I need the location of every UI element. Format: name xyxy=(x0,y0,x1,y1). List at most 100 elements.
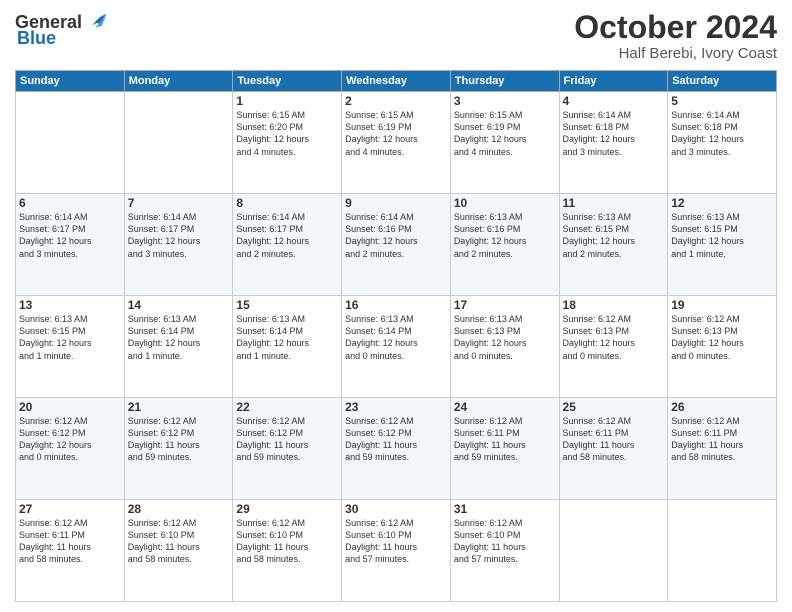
day-number: 2 xyxy=(345,94,447,108)
title-block: October 2024 Half Berebi, Ivory Coast xyxy=(574,10,777,62)
day-detail: Sunrise: 6:12 AM Sunset: 6:13 PM Dayligh… xyxy=(671,313,773,362)
day-detail: Sunrise: 6:12 AM Sunset: 6:11 PM Dayligh… xyxy=(19,517,121,566)
day-number: 26 xyxy=(671,400,773,414)
day-number: 27 xyxy=(19,502,121,516)
day-detail: Sunrise: 6:12 AM Sunset: 6:11 PM Dayligh… xyxy=(671,415,773,464)
logo-blue: Blue xyxy=(17,28,56,49)
calendar-cell: 29Sunrise: 6:12 AM Sunset: 6:10 PM Dayli… xyxy=(233,500,342,602)
day-detail: Sunrise: 6:12 AM Sunset: 6:10 PM Dayligh… xyxy=(236,517,338,566)
day-detail: Sunrise: 6:12 AM Sunset: 6:10 PM Dayligh… xyxy=(345,517,447,566)
calendar-cell: 10Sunrise: 6:13 AM Sunset: 6:16 PM Dayli… xyxy=(450,194,559,296)
day-number: 23 xyxy=(345,400,447,414)
calendar-cell: 13Sunrise: 6:13 AM Sunset: 6:15 PM Dayli… xyxy=(16,296,125,398)
calendar-cell: 18Sunrise: 6:12 AM Sunset: 6:13 PM Dayli… xyxy=(559,296,668,398)
calendar-cell: 15Sunrise: 6:13 AM Sunset: 6:14 PM Dayli… xyxy=(233,296,342,398)
month-title: October 2024 xyxy=(574,10,777,45)
day-detail: Sunrise: 6:14 AM Sunset: 6:16 PM Dayligh… xyxy=(345,211,447,260)
calendar-week-row: 1Sunrise: 6:15 AM Sunset: 6:20 PM Daylig… xyxy=(16,92,777,194)
day-number: 14 xyxy=(128,298,230,312)
calendar-cell: 20Sunrise: 6:12 AM Sunset: 6:12 PM Dayli… xyxy=(16,398,125,500)
day-detail: Sunrise: 6:14 AM Sunset: 6:17 PM Dayligh… xyxy=(236,211,338,260)
day-detail: Sunrise: 6:14 AM Sunset: 6:18 PM Dayligh… xyxy=(671,109,773,158)
day-detail: Sunrise: 6:13 AM Sunset: 6:14 PM Dayligh… xyxy=(236,313,338,362)
day-number: 25 xyxy=(563,400,665,414)
calendar-cell: 9Sunrise: 6:14 AM Sunset: 6:16 PM Daylig… xyxy=(342,194,451,296)
calendar-table: SundayMondayTuesdayWednesdayThursdayFrid… xyxy=(15,70,777,602)
calendar-cell xyxy=(559,500,668,602)
day-number: 24 xyxy=(454,400,556,414)
day-detail: Sunrise: 6:12 AM Sunset: 6:11 PM Dayligh… xyxy=(454,415,556,464)
day-detail: Sunrise: 6:14 AM Sunset: 6:17 PM Dayligh… xyxy=(19,211,121,260)
calendar-cell: 25Sunrise: 6:12 AM Sunset: 6:11 PM Dayli… xyxy=(559,398,668,500)
day-number: 28 xyxy=(128,502,230,516)
location-title: Half Berebi, Ivory Coast xyxy=(574,45,777,62)
day-detail: Sunrise: 6:12 AM Sunset: 6:12 PM Dayligh… xyxy=(19,415,121,464)
day-number: 5 xyxy=(671,94,773,108)
calendar-cell: 28Sunrise: 6:12 AM Sunset: 6:10 PM Dayli… xyxy=(124,500,233,602)
calendar-cell xyxy=(668,500,777,602)
calendar-week-row: 27Sunrise: 6:12 AM Sunset: 6:11 PM Dayli… xyxy=(16,500,777,602)
weekday-header: Sunday xyxy=(16,71,125,92)
day-detail: Sunrise: 6:12 AM Sunset: 6:10 PM Dayligh… xyxy=(454,517,556,566)
calendar-cell: 22Sunrise: 6:12 AM Sunset: 6:12 PM Dayli… xyxy=(233,398,342,500)
calendar-cell: 4Sunrise: 6:14 AM Sunset: 6:18 PM Daylig… xyxy=(559,92,668,194)
logo: General Blue xyxy=(15,10,108,49)
day-number: 29 xyxy=(236,502,338,516)
day-detail: Sunrise: 6:13 AM Sunset: 6:15 PM Dayligh… xyxy=(19,313,121,362)
weekday-header-row: SundayMondayTuesdayWednesdayThursdayFrid… xyxy=(16,71,777,92)
day-detail: Sunrise: 6:13 AM Sunset: 6:14 PM Dayligh… xyxy=(128,313,230,362)
calendar-cell: 30Sunrise: 6:12 AM Sunset: 6:10 PM Dayli… xyxy=(342,500,451,602)
calendar-cell: 24Sunrise: 6:12 AM Sunset: 6:11 PM Dayli… xyxy=(450,398,559,500)
day-number: 13 xyxy=(19,298,121,312)
calendar-week-row: 6Sunrise: 6:14 AM Sunset: 6:17 PM Daylig… xyxy=(16,194,777,296)
weekday-header: Monday xyxy=(124,71,233,92)
calendar-cell: 31Sunrise: 6:12 AM Sunset: 6:10 PM Dayli… xyxy=(450,500,559,602)
day-detail: Sunrise: 6:14 AM Sunset: 6:18 PM Dayligh… xyxy=(563,109,665,158)
calendar-cell: 3Sunrise: 6:15 AM Sunset: 6:19 PM Daylig… xyxy=(450,92,559,194)
day-detail: Sunrise: 6:13 AM Sunset: 6:15 PM Dayligh… xyxy=(563,211,665,260)
day-number: 11 xyxy=(563,196,665,210)
day-detail: Sunrise: 6:12 AM Sunset: 6:13 PM Dayligh… xyxy=(563,313,665,362)
calendar-cell: 6Sunrise: 6:14 AM Sunset: 6:17 PM Daylig… xyxy=(16,194,125,296)
day-detail: Sunrise: 6:12 AM Sunset: 6:12 PM Dayligh… xyxy=(345,415,447,464)
calendar-cell xyxy=(16,92,125,194)
day-number: 17 xyxy=(454,298,556,312)
day-number: 9 xyxy=(345,196,447,210)
day-number: 7 xyxy=(128,196,230,210)
weekday-header: Tuesday xyxy=(233,71,342,92)
calendar-cell: 2Sunrise: 6:15 AM Sunset: 6:19 PM Daylig… xyxy=(342,92,451,194)
calendar-page: General Blue October 2024 Half Berebi, I… xyxy=(0,0,792,612)
day-detail: Sunrise: 6:15 AM Sunset: 6:20 PM Dayligh… xyxy=(236,109,338,158)
day-detail: Sunrise: 6:15 AM Sunset: 6:19 PM Dayligh… xyxy=(345,109,447,158)
calendar-week-row: 20Sunrise: 6:12 AM Sunset: 6:12 PM Dayli… xyxy=(16,398,777,500)
calendar-cell: 17Sunrise: 6:13 AM Sunset: 6:13 PM Dayli… xyxy=(450,296,559,398)
day-detail: Sunrise: 6:13 AM Sunset: 6:14 PM Dayligh… xyxy=(345,313,447,362)
day-number: 6 xyxy=(19,196,121,210)
day-number: 15 xyxy=(236,298,338,312)
day-number: 30 xyxy=(345,502,447,516)
day-number: 1 xyxy=(236,94,338,108)
calendar-cell: 5Sunrise: 6:14 AM Sunset: 6:18 PM Daylig… xyxy=(668,92,777,194)
day-number: 18 xyxy=(563,298,665,312)
calendar-cell: 11Sunrise: 6:13 AM Sunset: 6:15 PM Dayli… xyxy=(559,194,668,296)
day-detail: Sunrise: 6:13 AM Sunset: 6:13 PM Dayligh… xyxy=(454,313,556,362)
day-detail: Sunrise: 6:12 AM Sunset: 6:11 PM Dayligh… xyxy=(563,415,665,464)
day-number: 12 xyxy=(671,196,773,210)
calendar-cell xyxy=(124,92,233,194)
weekday-header: Saturday xyxy=(668,71,777,92)
calendar-cell: 27Sunrise: 6:12 AM Sunset: 6:11 PM Dayli… xyxy=(16,500,125,602)
calendar-cell: 7Sunrise: 6:14 AM Sunset: 6:17 PM Daylig… xyxy=(124,194,233,296)
day-detail: Sunrise: 6:14 AM Sunset: 6:17 PM Dayligh… xyxy=(128,211,230,260)
calendar-cell: 26Sunrise: 6:12 AM Sunset: 6:11 PM Dayli… xyxy=(668,398,777,500)
day-detail: Sunrise: 6:13 AM Sunset: 6:15 PM Dayligh… xyxy=(671,211,773,260)
day-number: 16 xyxy=(345,298,447,312)
weekday-header: Wednesday xyxy=(342,71,451,92)
calendar-cell: 8Sunrise: 6:14 AM Sunset: 6:17 PM Daylig… xyxy=(233,194,342,296)
day-number: 8 xyxy=(236,196,338,210)
calendar-cell: 12Sunrise: 6:13 AM Sunset: 6:15 PM Dayli… xyxy=(668,194,777,296)
calendar-week-row: 13Sunrise: 6:13 AM Sunset: 6:15 PM Dayli… xyxy=(16,296,777,398)
header: General Blue October 2024 Half Berebi, I… xyxy=(15,10,777,62)
day-detail: Sunrise: 6:15 AM Sunset: 6:19 PM Dayligh… xyxy=(454,109,556,158)
day-number: 10 xyxy=(454,196,556,210)
day-detail: Sunrise: 6:13 AM Sunset: 6:16 PM Dayligh… xyxy=(454,211,556,260)
